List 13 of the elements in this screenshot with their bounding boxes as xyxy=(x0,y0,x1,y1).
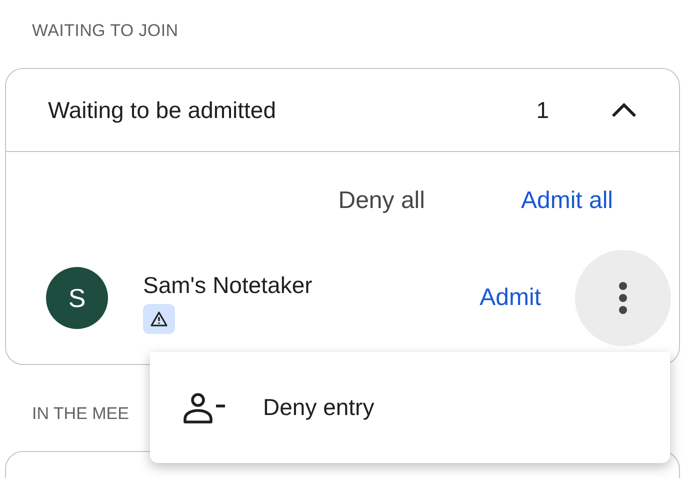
chevron-icon xyxy=(610,101,638,119)
avatar: S xyxy=(46,267,108,329)
participant-name: Sam's Notetaker xyxy=(143,270,314,300)
section-label: WAITING TO JOIN xyxy=(32,21,178,40)
section-label: IN THE MEE xyxy=(32,404,129,423)
admit-all-button[interactable]: Admit all xyxy=(520,183,613,219)
deny-all-button[interactable]: Deny all xyxy=(338,183,425,219)
more-vert-icon xyxy=(618,281,628,315)
panel-title: Waiting to be admitted xyxy=(48,96,277,125)
admit-button[interactable]: Admit xyxy=(480,280,541,316)
waiting-count: 1 xyxy=(536,96,549,125)
warning-icon xyxy=(150,311,168,328)
menu-item[interactable]: Deny entry xyxy=(150,380,670,436)
